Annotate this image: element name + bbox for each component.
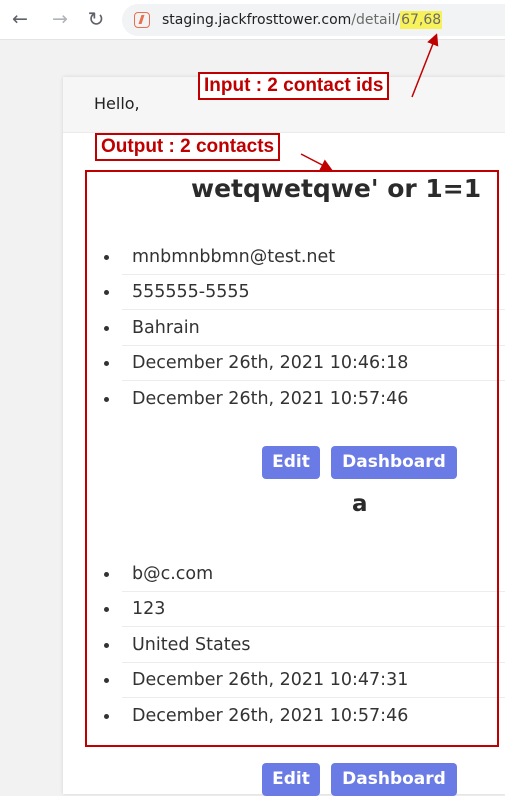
output-highlight-frame <box>85 170 499 747</box>
address-bar[interactable]: staging.jackfrosttower.com/detail/67,68 <box>122 4 505 36</box>
back-arrow-icon[interactable]: ← <box>9 8 31 30</box>
url-host: staging.jackfrosttower.com <box>162 12 352 28</box>
input-annotation-label: Input : 2 contact ids <box>198 72 390 100</box>
dashboard-button[interactable]: Dashboard <box>331 763 457 796</box>
bolt-favicon-icon <box>134 12 150 28</box>
reload-icon[interactable]: ↻ <box>85 8 107 30</box>
output-annotation-label: Output : 2 contacts <box>95 133 281 161</box>
url-ids-highlight: 67,68 <box>400 11 443 29</box>
greeting-text: Hello, <box>94 94 140 113</box>
url-text[interactable]: staging.jackfrosttower.com/detail/67,68 <box>162 11 443 29</box>
forward-arrow-icon[interactable]: → <box>49 8 71 30</box>
url-path: /detail/ <box>351 12 401 28</box>
browser-toolbar: ← → ↻ staging.jackfrosttower.com/detail/… <box>0 0 505 40</box>
edit-button[interactable]: Edit <box>262 763 320 796</box>
